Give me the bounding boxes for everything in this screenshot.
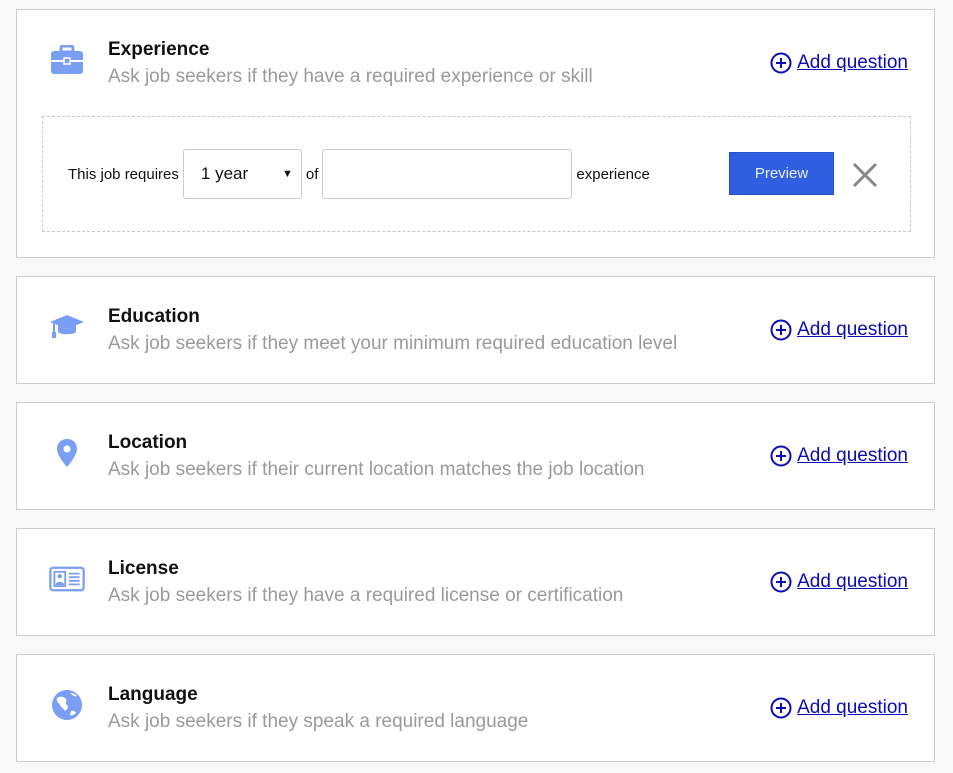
section-description: Ask job seekers if they speak a required…: [108, 711, 529, 732]
close-icon[interactable]: [851, 161, 879, 189]
section-description: Ask job seekers if they have a required …: [108, 66, 593, 87]
add-question-label: Add question: [797, 319, 908, 340]
briefcase-icon: [49, 42, 85, 78]
skill-input[interactable]: [322, 149, 573, 199]
id-card-icon: [49, 561, 85, 597]
add-question-label: Add question: [797, 571, 908, 592]
dropdown-arrow-icon: ▼: [282, 168, 293, 180]
add-question-button[interactable]: Add question: [770, 571, 908, 593]
section-education: Education Ask job seekers if they meet y…: [16, 276, 935, 384]
add-question-button[interactable]: Add question: [770, 445, 908, 467]
plus-circle-icon: [770, 445, 792, 467]
section-title: License: [108, 558, 179, 579]
add-question-button[interactable]: Add question: [770, 697, 908, 719]
section-location: Location Ask job seekers if their curren…: [16, 402, 935, 510]
preview-button[interactable]: Preview: [729, 152, 834, 195]
add-question-button[interactable]: Add question: [770, 319, 908, 341]
duration-select[interactable]: 1 year ▼: [182, 149, 302, 199]
section-description: Ask job seekers if they meet your minimu…: [108, 333, 678, 354]
section-license: License Ask job seekers if they have a r…: [16, 528, 935, 636]
section-experience: Experience Ask job seekers if they have …: [16, 9, 935, 258]
add-question-button[interactable]: Add question: [770, 52, 908, 74]
section-description: Ask job seekers if their current locatio…: [108, 459, 645, 480]
add-question-label: Add question: [797, 445, 908, 466]
map-pin-icon: [49, 435, 85, 471]
plus-circle-icon: [770, 52, 792, 74]
plus-circle-icon: [770, 319, 792, 341]
section-title: Experience: [108, 39, 210, 60]
section-language: Language Ask job seekers if they speak a…: [16, 654, 935, 762]
section-title: Education: [108, 306, 200, 327]
duration-value: 1 year: [200, 164, 249, 183]
suffix-label: experience: [576, 165, 650, 183]
add-question-label: Add question: [797, 52, 908, 73]
section-title: Language: [108, 684, 198, 705]
prefix-label: This job requires: [68, 165, 179, 183]
add-question-label: Add question: [797, 697, 908, 718]
section-title: Location: [108, 432, 188, 453]
experience-question-editor: This job requires 1 year ▼ of experience …: [42, 116, 911, 232]
plus-circle-icon: [770, 571, 792, 593]
section-description: Ask job seekers if they have a required …: [108, 585, 624, 606]
plus-circle-icon: [770, 697, 792, 719]
globe-icon: [49, 687, 85, 723]
of-label: of: [305, 165, 319, 183]
graduation-cap-icon: [49, 309, 85, 345]
